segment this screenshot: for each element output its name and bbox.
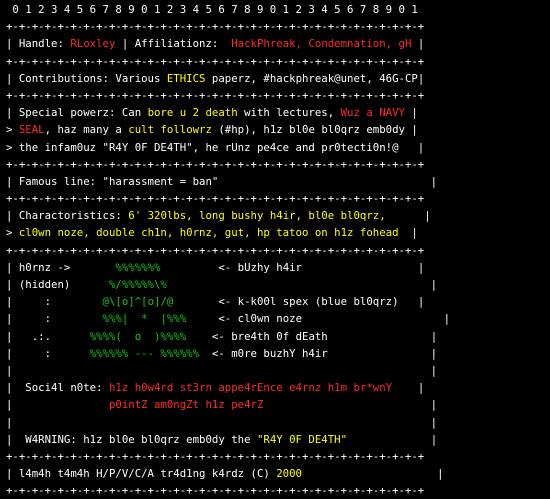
text-line: | Famous line: "harassment = ban" | — [6, 173, 550, 190]
text-segment: > — [6, 123, 19, 137]
text-line: | : @\[o]^[o]/@ <- k-k00l spex (blue bl0… — [6, 293, 550, 310]
text-line: +-+-+-+-+-+-+-+-+-+-+-+-+-+-+-+-+-+-+-+-… — [6, 482, 550, 499]
text-segment: %%%| * |%%% — [102, 312, 187, 326]
text-segment: +-+-+-+-+-+-+-+-+-+-+-+-+-+-+-+-+-+-+-+-… — [6, 449, 425, 463]
text-line: | Contributions: Various ETHICS paperz, … — [6, 70, 550, 87]
text-segment: | : — [6, 295, 103, 309]
text-line: | : %%%%%% --- %%%%%% <- m0re buzhY h4ir… — [6, 345, 550, 362]
text-segment: | — [166, 278, 438, 291]
text-line: +-+-+-+-+-+-+-+-+-+-+-+-+-+-+-+-+-+-+-+-… — [6, 242, 550, 259]
text-segment: cl0wn noze, double ch1n, h0rnz, gut, hp … — [18, 226, 399, 240]
text-segment: | l4m4h t4m4h H/P/V/C/A tr4d1ng k4rdz (C… — [6, 467, 277, 481]
text-segment: | (hidden) — [6, 278, 109, 291]
text-segment: | Famous line: "harassment = ban" | — [6, 174, 438, 188]
text-segment: | Soci4l n0te: — [6, 381, 109, 395]
text-segment: | Charactoristics: — [6, 209, 129, 223]
text-segment: | : — [6, 312, 103, 326]
text-segment: | — [6, 398, 109, 412]
text-line: +-+-+-+-+-+-+-+-+-+-+-+-+-+-+-+-+-+-+-+-… — [6, 18, 550, 35]
text-line: | Special powerz: Can bore u 2 death wit… — [6, 104, 550, 121]
text-line: +-+-+-+-+-+-+-+-+-+-+-+-+-+-+-+-+-+-+-+-… — [6, 53, 550, 70]
text-segment: %%%%%%% — [115, 260, 161, 274]
text-segment: SEAL — [18, 123, 45, 137]
text-segment: HackPhreak, Condemnation, gH — [231, 37, 412, 51]
text-segment: paperz, #hackphreak@unet, 46G-CP| — [205, 71, 425, 85]
text-segment: 2000 — [276, 467, 302, 481]
text-segment: %%%%( o )%%%% — [89, 329, 187, 343]
text-segment: <- cl0wn noze | — [186, 312, 450, 326]
text-segment: 0 1 2 3 4 5 6 7 8 9 0 1 2 3 4 5 6 7 8 9 … — [6, 3, 418, 16]
text-segment: <- k-k00l spex (blue bl0qrz) | — [173, 295, 425, 309]
text-segment: | — [385, 209, 431, 223]
text-segment: h1z h0w4rd st3rn appe4rEnce e4rnz h1m br… — [108, 381, 393, 395]
text-line: | l4m4h t4m4h H/P/V/C/A tr4d1ng k4rdz (C… — [6, 465, 550, 482]
text-segment: | — [302, 467, 444, 481]
text-segment: Wuz a NAVY — [340, 106, 405, 120]
text-segment: | — [392, 381, 425, 395]
text-line: +-+-+-+-+-+-+-+-+-+-+-+-+-+-+-+-+-+-+-+-… — [6, 87, 550, 104]
text-segment: p0intZ am0ngZt h1z pe4rZ — [108, 398, 264, 412]
text-line: +-+-+-+-+-+-+-+-+-+-+-+-+-+-+-+-+-+-+-+-… — [6, 448, 550, 465]
text-line: | | — [6, 414, 550, 431]
text-segment: +-+-+-+-+-+-+-+-+-+-+-+-+-+-+-+-+-+-+-+-… — [6, 484, 425, 498]
text-segment: <- bre4th 0f dEath | — [186, 329, 438, 343]
text-segment: | .:. — [6, 329, 90, 343]
text-line: 0 1 2 3 4 5 6 7 8 9 0 1 2 3 4 5 6 7 8 9 … — [6, 1, 550, 18]
text-line: | Charactoristics: 6' 320lbs, long bushy… — [6, 207, 550, 224]
text-segment: +-+-+-+-+-+-+-+-+-+-+-+-+-+-+-+-+-+-+-+-… — [6, 88, 425, 102]
trading-card: 0 1 2 3 4 5 6 7 8 9 0 1 2 3 4 5 6 7 8 9 … — [0, 0, 550, 497]
text-line: | Soci4l n0te: h1z h0w4rd st3rn appe4rEn… — [6, 379, 550, 396]
text-segment: | — [411, 37, 425, 51]
text-segment: | Special powerz: Can — [6, 106, 148, 120]
text-segment: | | — [6, 415, 438, 429]
text-segment: @\[o]^[o]/@ — [102, 295, 174, 309]
text-segment: | W4RNING: h1z bl0e bl0qrz emb0dy the — [6, 432, 257, 446]
text-segment: | — [263, 398, 438, 412]
text-line: | | — [6, 362, 550, 379]
text-segment: ETHICS — [166, 71, 206, 85]
text-segment: , haz many a — [44, 123, 129, 137]
text-segment: > the infam0uz "R4Y 0F DE4TH", he rUnz p… — [6, 140, 425, 154]
text-segment: | h0rnz -> — [6, 260, 116, 274]
text-segment: RLoxley — [70, 37, 116, 51]
text-segment: | Contributions: Various — [6, 71, 167, 85]
text-segment: | — [347, 432, 438, 446]
text-line: | W4RNING: h1z bl0e bl0qrz emb0dy the "R… — [6, 431, 550, 448]
text-line: +-+-+-+-+-+-+-+-+-+-+-+-+-+-+-+-+-+-+-+-… — [6, 190, 550, 207]
text-segment: | Affiliationz: — [115, 37, 232, 51]
text-segment: | — [404, 106, 418, 120]
text-line: | .:. %%%%( o )%%%% <- bre4th 0f dEath | — [6, 328, 550, 345]
text-segment: +-+-+-+-+-+-+-+-+-+-+-+-+-+-+-+-+-+-+-+-… — [6, 20, 425, 34]
text-segment: bore u 2 death — [147, 106, 238, 120]
text-segment: <- m0re buzhY h4ir | — [199, 346, 438, 360]
text-segment: +-+-+-+-+-+-+-+-+-+-+-+-+-+-+-+-+-+-+-+-… — [6, 192, 425, 206]
text-line: | Handle: RLoxley | Affiliationz: HackPh… — [6, 35, 550, 52]
text-segment: with lectures, — [237, 106, 341, 120]
text-segment: cult followrz — [128, 123, 212, 137]
text-segment: | Handle: — [6, 37, 71, 51]
text-line: +-+-+-+-+-+-+-+-+-+-+-+-+-+-+-+-+-+-+-+-… — [6, 156, 550, 173]
text-line: > SEAL, haz many a cult followrz (#hp), … — [6, 121, 550, 138]
text-segment: +-+-+-+-+-+-+-+-+-+-+-+-+-+-+-+-+-+-+-+-… — [6, 157, 425, 171]
text-line: > cl0wn noze, double ch1n, h0rnz, gut, h… — [6, 224, 550, 241]
text-segment: +-+-+-+-+-+-+-+-+-+-+-+-+-+-+-+-+-+-+-+-… — [6, 54, 425, 68]
text-segment: | | — [6, 363, 438, 377]
text-segment: %%%%%% --- %%%%%% — [89, 346, 200, 360]
text-segment: | : — [6, 346, 90, 360]
text-line: | p0intZ am0ngZt h1z pe4rZ | — [6, 396, 550, 413]
text-segment: %/%%%%%\% — [108, 278, 167, 291]
text-line: | : %%%| * |%%% <- cl0wn noze | — [6, 310, 550, 327]
text-segment: <- bUzhy h4ir | — [160, 260, 425, 274]
text-line: | (hidden) %/%%%%%\% | — [6, 276, 550, 293]
text-segment: | — [398, 226, 418, 240]
text-segment: (#hp), h1z bl0e bl0qrz emb0dy | — [211, 123, 418, 137]
text-line: | h0rnz -> %%%%%%% <- bUzhy h4ir | — [6, 259, 550, 276]
text-segment: > — [6, 226, 19, 240]
text-line: > the infam0uz "R4Y 0F DE4TH", he rUnz p… — [6, 139, 550, 156]
text-segment: +-+-+-+-+-+-+-+-+-+-+-+-+-+-+-+-+-+-+-+-… — [6, 243, 425, 257]
text-segment: "R4Y 0F DE4TH" — [256, 432, 348, 446]
text-segment: 6' 320lbs, long bushy h4ir, bl0e bl0qrz, — [128, 209, 386, 223]
